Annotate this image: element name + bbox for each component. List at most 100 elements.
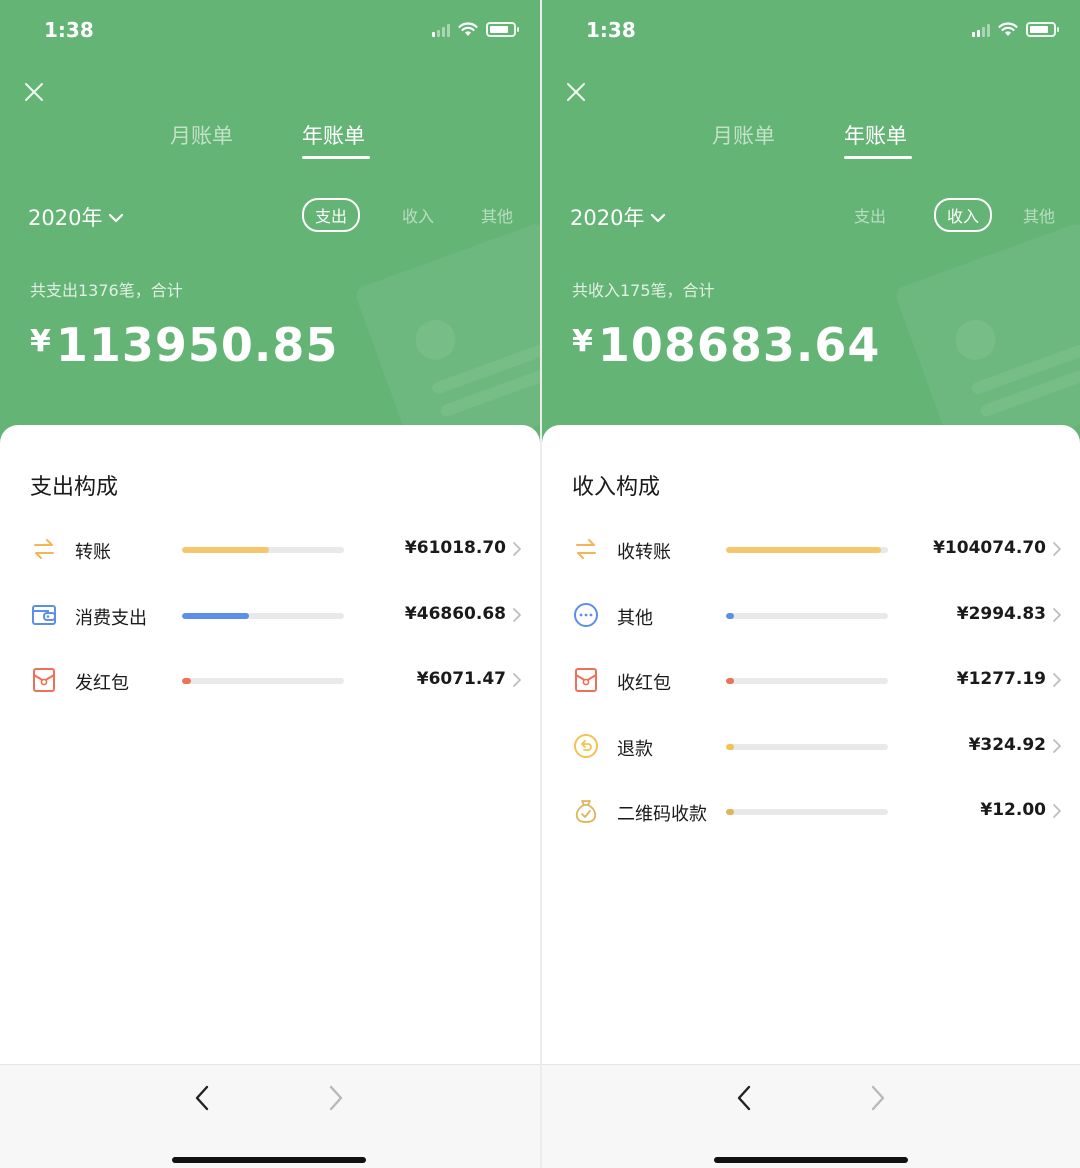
progress-bar [726, 547, 888, 553]
header-hero: 1:38 月账单 年账单 2020年 支出 收入 其他共支出1376笔，合计 ¥113950.… [0, 0, 540, 450]
wifi-icon [998, 22, 1018, 37]
tab-monthly[interactable]: 月账单 [712, 120, 775, 150]
progress-bar [726, 678, 888, 684]
chevron-down-icon [650, 205, 666, 229]
filter-expense[interactable]: 支出 [302, 198, 361, 232]
bill-screen: 1:38 月账单 年账单 2020年 支出 收入 其他共支出1376笔，合计 ¥113950.… [0, 0, 540, 1168]
row-amount: ¥6071.47 [416, 669, 506, 689]
row-label: 二维码收款 [617, 804, 707, 825]
composition-row[interactable]: 二维码收款 ¥12.00 [542, 790, 1080, 830]
bill-illustration-image [353, 221, 540, 450]
filter-expense[interactable]: 支出 [854, 203, 886, 227]
row-label: 退款 [617, 738, 653, 760]
year-selector[interactable]: 2020年 [28, 202, 124, 232]
red-packet-icon [573, 667, 599, 693]
composition-row[interactable]: 其他 ¥2994.83 [542, 594, 1080, 634]
progress-fill [726, 678, 734, 684]
row-label: 其他 [617, 607, 653, 629]
composition-card: 收入构成收转账 ¥104074.70 其他 ¥2994.83 收红包 ¥1277.19 退款… [542, 425, 1080, 1065]
row-amount: ¥104074.70 [933, 538, 1046, 558]
chevron-right-icon [512, 607, 522, 623]
tab-yearly[interactable]: 年账单 [302, 120, 365, 150]
home-indicator [172, 1157, 366, 1163]
browser-toolbar [0, 1064, 540, 1168]
forward-arrow-icon[interactable] [864, 1083, 890, 1113]
progress-fill [726, 809, 734, 815]
year-selector[interactable]: 2020年 [570, 202, 666, 232]
chevron-right-icon [1052, 607, 1062, 623]
tab-active-underline [302, 156, 370, 159]
status-icons [972, 22, 1059, 37]
battery-icon [486, 22, 519, 37]
row-label: 发红包 [75, 673, 129, 694]
progress-fill [182, 678, 191, 684]
bill-period-tabs: 月账单 年账单 [542, 120, 1080, 164]
chevron-down-icon [108, 205, 124, 229]
progress-bar [726, 809, 888, 815]
composition-row[interactable]: 退款 ¥324.92 [542, 725, 1080, 765]
composition-row[interactable]: 发红包 ¥6071.47 [0, 659, 540, 699]
summary-label: 共收入175笔，合计 [572, 281, 715, 300]
bill-screen: 1:38 月账单 年账单 2020年 支出 收入 其他 共收入175笔，合计 ¥108683.6… [542, 0, 1080, 1168]
status-time: 1:38 [586, 18, 636, 42]
progress-fill [182, 612, 249, 619]
close-icon[interactable] [22, 80, 46, 104]
year-label: 2020年 [28, 206, 103, 230]
chevron-right-icon [1052, 803, 1062, 819]
summary-label: 共支出1376笔，合计 [30, 281, 183, 300]
year-label: 2020年 [570, 206, 645, 230]
progress-bar [182, 612, 344, 619]
battery-icon [1026, 22, 1059, 37]
row-label: 转账 [75, 542, 111, 563]
red-packet-icon [31, 667, 57, 693]
composition-row[interactable]: 收红包 ¥1277.19 [542, 659, 1080, 699]
composition-row[interactable]: 转账 ¥61018.70 [0, 528, 540, 568]
progress-bar [182, 678, 344, 684]
bill-period-tabs: 月账单 年账单 [0, 120, 540, 164]
progress-fill [726, 743, 734, 750]
filter-income[interactable]: 收入 [402, 203, 434, 227]
progress-fill [726, 547, 881, 553]
row-amount: ¥12.00 [980, 800, 1046, 820]
transfer-icon [573, 536, 599, 562]
total-amount: ¥108683.64 [572, 318, 880, 372]
filter-other[interactable]: 其他 [481, 203, 513, 227]
status-time: 1:38 [44, 18, 94, 42]
composition-row[interactable]: 消费支出 ¥46860.68 [0, 594, 540, 634]
row-label: 收红包 [617, 673, 671, 694]
back-arrow-icon[interactable] [732, 1083, 758, 1113]
close-icon[interactable] [564, 80, 588, 104]
chevron-right-icon [512, 672, 522, 688]
bill-illustration-image [893, 221, 1080, 450]
filter-income[interactable]: 收入 [934, 198, 993, 232]
progress-fill [726, 612, 734, 619]
composition-row[interactable]: 收转账 ¥104074.70 [542, 528, 1080, 568]
back-arrow-icon[interactable] [190, 1083, 216, 1113]
screens-container: 1:38 月账单 年账单 2020年 支出 收入 其他 共支出1376笔，合计 ¥113950.… [0, 0, 1080, 1168]
row-amount: ¥61018.70 [404, 538, 506, 558]
header-hero: 1:38 月账单 年账单 2020年 支出 收入 其他共收入175笔，合计 ¥108683.6… [542, 0, 1080, 450]
tab-monthly[interactable]: 月账单 [170, 120, 233, 150]
signal-icon [972, 23, 990, 37]
forward-arrow-icon[interactable] [322, 1083, 348, 1113]
total-amount: ¥113950.85 [30, 318, 338, 372]
tab-yearly[interactable]: 年账单 [844, 120, 907, 150]
progress-bar [726, 612, 888, 619]
row-amount: ¥2994.83 [956, 603, 1046, 624]
row-label: 消费支出 [75, 607, 147, 629]
row-amount: ¥46860.68 [404, 603, 506, 624]
more-circle-icon [573, 602, 599, 628]
tab-active-underline [844, 156, 912, 159]
row-amount: ¥324.92 [968, 734, 1046, 755]
refund-icon [573, 733, 599, 759]
wallet-icon [31, 602, 57, 628]
wifi-icon [458, 22, 478, 37]
chevron-right-icon [512, 541, 522, 557]
qr-money-bag-icon [573, 798, 599, 824]
total-currency: ¥ [572, 324, 594, 359]
filter-other[interactable]: 其他 [1023, 203, 1055, 227]
section-title: 支出构成 [30, 475, 119, 500]
browser-toolbar [542, 1064, 1080, 1168]
section-title: 收入构成 [572, 475, 661, 500]
signal-icon [432, 23, 450, 37]
